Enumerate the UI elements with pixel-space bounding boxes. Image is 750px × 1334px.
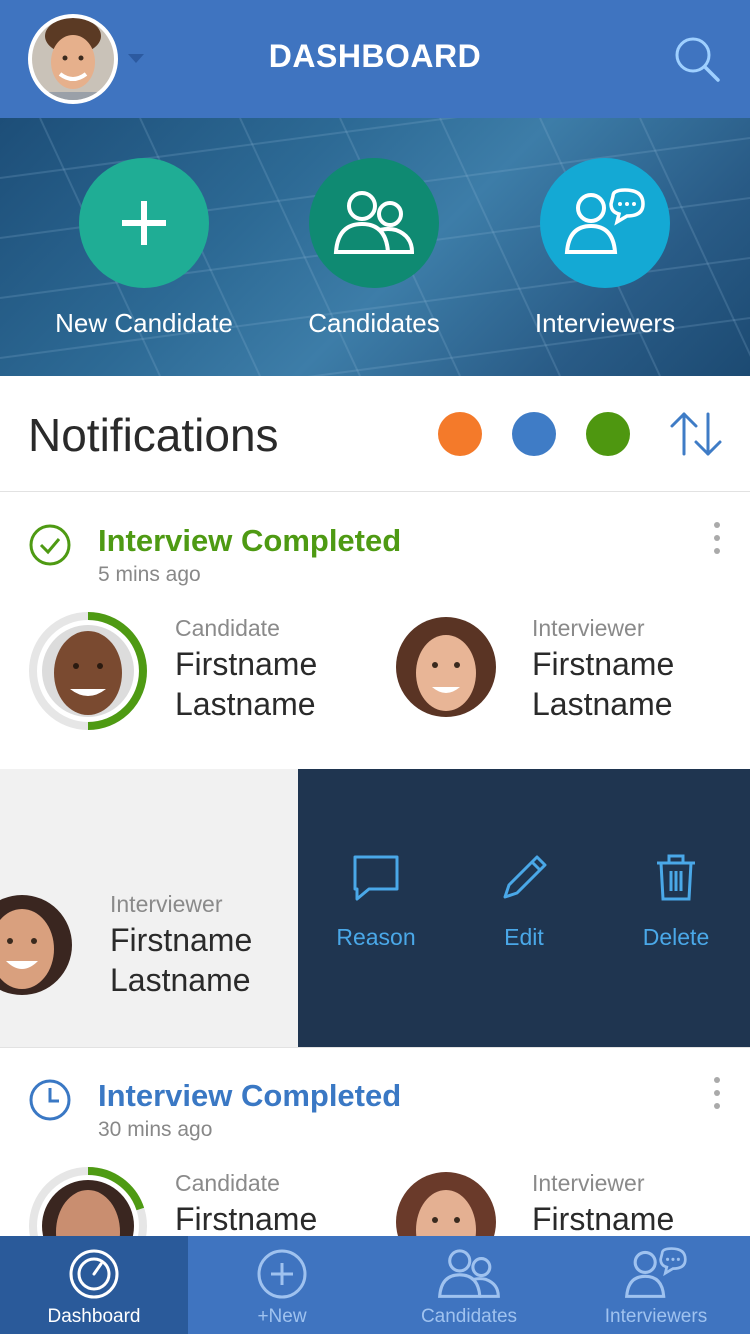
- tab-new-label: +New: [257, 1306, 307, 1327]
- pencil-icon: [503, 855, 547, 899]
- candidate-first-name: Firstname: [175, 646, 318, 682]
- trash-icon: [657, 854, 695, 901]
- interviewer-last-name: Lastname: [110, 962, 251, 998]
- interviewers-icon: [625, 1247, 687, 1298]
- page-title: DASHBOARD: [268, 38, 482, 74]
- group-icon: [438, 1249, 500, 1298]
- new-candidate-circle: [79, 158, 209, 288]
- group-icon: [333, 191, 415, 254]
- reason-label: Reason: [336, 924, 416, 950]
- interviewer-avatar[interactable]: [396, 617, 496, 717]
- filter-blue-dot[interactable]: [512, 412, 556, 456]
- plus-icon: [122, 201, 166, 245]
- candidate-avatar-with-progress[interactable]: [28, 1166, 148, 1236]
- clock-icon: [28, 1078, 72, 1122]
- edit-label: Edit: [504, 924, 544, 950]
- tab-candidates[interactable]: Candidates: [375, 1236, 563, 1334]
- candidates-label: Candidates: [308, 308, 440, 338]
- tab-dashboard-label: Dashboard: [47, 1306, 141, 1327]
- interviewer-last-name: Lastname: [532, 686, 673, 722]
- check-circle-icon: [28, 523, 72, 567]
- swiped-notification-content[interactable]: Interviewer Firstname Lastname: [0, 769, 298, 1047]
- filter-orange-dot[interactable]: [438, 412, 482, 456]
- bottom-tab-bar: Dashboard +New Candidates Interviewers: [0, 1236, 750, 1334]
- search-icon[interactable]: [672, 34, 722, 84]
- candidate-avatar-with-progress[interactable]: [28, 611, 148, 731]
- interviewer-first-name: Firstname: [532, 646, 675, 682]
- interviewer-first-name: Firstname: [110, 922, 253, 958]
- notification-card[interactable]: Interview Completed 5 mins ago Candidate…: [0, 493, 750, 769]
- edit-button[interactable]: Edit: [449, 853, 599, 951]
- interviewers-label: Interviewers: [534, 308, 676, 338]
- tab-candidates-label: Candidates: [420, 1306, 518, 1327]
- candidates-button[interactable]: Candidates: [259, 158, 489, 339]
- notification-title: Interview Completed: [98, 1078, 402, 1113]
- plus-circle-icon: [257, 1249, 307, 1299]
- sort-icon[interactable]: [668, 410, 724, 458]
- new-candidate-button[interactable]: New Candidate: [29, 158, 259, 339]
- delete-button[interactable]: Delete: [601, 853, 750, 951]
- notification-time: 30 mins ago: [98, 1118, 213, 1141]
- swipe-action-panel: Reason Edit Delete: [298, 769, 750, 1047]
- notification-card[interactable]: Interview Completed 30 mins ago Candidat…: [0, 1048, 750, 1236]
- filter-green-dot[interactable]: [586, 412, 630, 456]
- delete-label: Delete: [642, 924, 710, 950]
- interviewer-avatar: [0, 895, 72, 995]
- interviewer-role-label: Interviewer: [532, 1170, 645, 1196]
- more-options-icon[interactable]: [708, 521, 726, 555]
- candidate-role-label: Candidate: [175, 615, 280, 641]
- interviewer-role-label: Interviewer: [532, 615, 645, 641]
- candidates-circle: [309, 158, 439, 288]
- tab-new[interactable]: +New: [188, 1236, 376, 1334]
- candidate-first-name: Firstname: [175, 1201, 318, 1236]
- interviewer-role-label: Interviewer: [110, 891, 223, 917]
- quick-actions-banner: New Candidate Candidates Interviewers: [0, 118, 750, 376]
- interviewer-first-name: Firstname: [532, 1201, 675, 1236]
- candidate-role-label: Candidate: [175, 1170, 280, 1196]
- notifications-header: Notifications: [0, 376, 750, 492]
- gauge-icon: [69, 1249, 119, 1299]
- notification-title: Interview Completed: [98, 523, 402, 558]
- tab-interviewers-label: Interviewers: [604, 1306, 708, 1327]
- tab-interviewers[interactable]: Interviewers: [562, 1236, 750, 1334]
- interviewers-icon: [564, 188, 645, 254]
- interviewer-avatar[interactable]: [396, 1172, 496, 1236]
- comment-icon: [353, 855, 399, 901]
- tab-dashboard[interactable]: Dashboard: [0, 1236, 188, 1334]
- candidate-last-name: Lastname: [175, 686, 316, 722]
- interviewers-button[interactable]: Interviewers: [490, 158, 720, 339]
- notification-time: 5 mins ago: [98, 563, 201, 586]
- more-options-icon[interactable]: [708, 1076, 726, 1110]
- new-candidate-label: New Candidate: [55, 308, 233, 338]
- interviewers-circle: [540, 158, 670, 288]
- reason-button[interactable]: Reason: [301, 853, 451, 951]
- notifications-title: Notifications: [28, 409, 279, 461]
- app-header: DASHBOARD: [0, 0, 750, 118]
